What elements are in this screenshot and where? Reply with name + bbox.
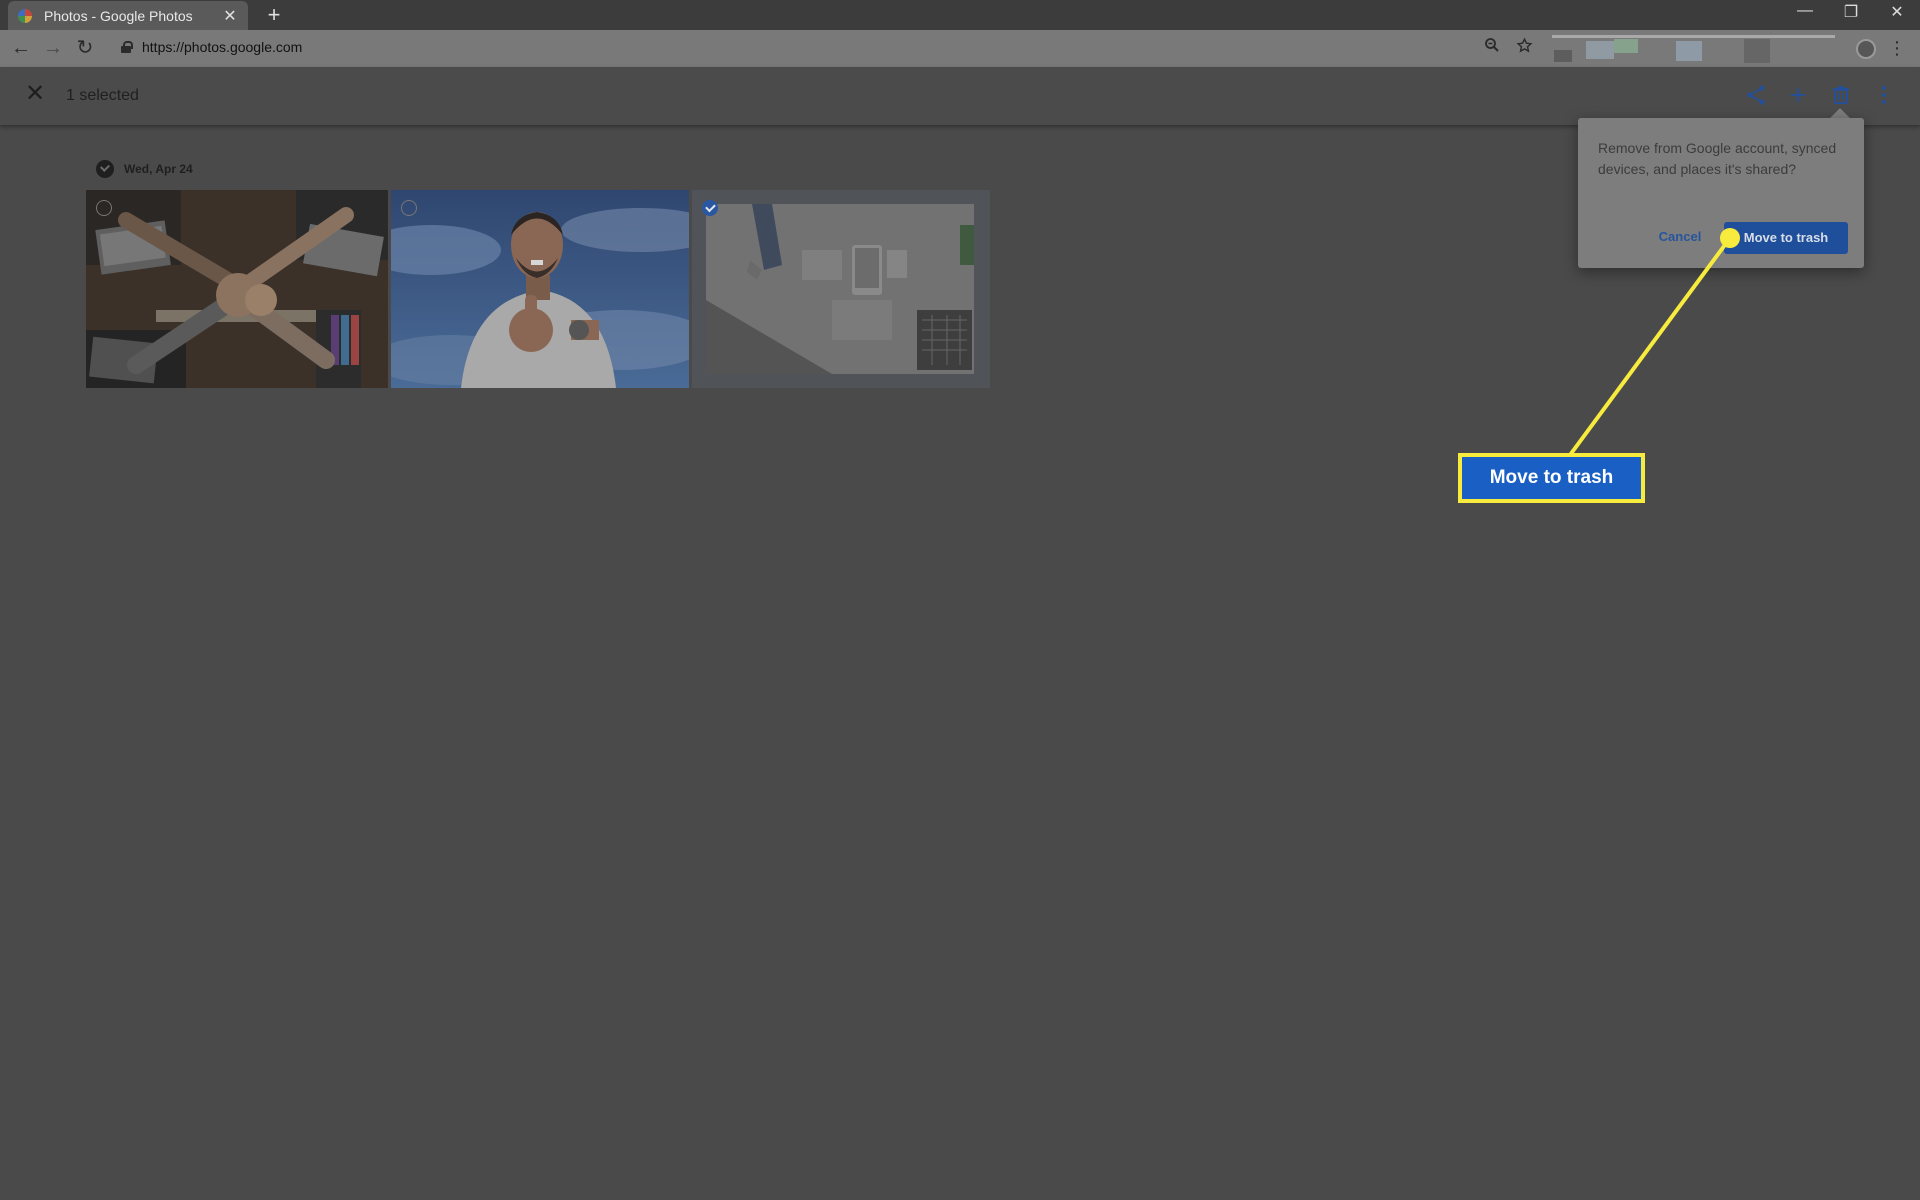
date-group-header[interactable]: Wed, Apr 24 <box>96 160 193 178</box>
selected-count: 1 selected <box>66 87 139 104</box>
photo-3-image <box>692 190 990 388</box>
browser-menu-icon[interactable]: ⋮ <box>1888 38 1906 59</box>
date-label: Wed, Apr 24 <box>124 162 193 176</box>
share-icon[interactable] <box>1744 83 1770 109</box>
photo-select-circle-icon[interactable] <box>96 200 112 216</box>
browser-tabstrip: Photos - Google Photos ✕ + — ❐ ✕ <box>0 0 1920 30</box>
browser-tab[interactable]: Photos - Google Photos ✕ <box>8 1 248 30</box>
tab-title: Photos - Google Photos <box>44 7 193 24</box>
zoom-icon[interactable] <box>1481 37 1503 58</box>
photo-1-image <box>86 190 388 388</box>
forward-icon[interactable]: → <box>41 36 65 60</box>
extension-icons-strip <box>1552 35 1837 63</box>
callout-label: Move to trash <box>1458 453 1645 503</box>
new-tab-button[interactable]: + <box>262 2 286 28</box>
photo-select-circle-icon[interactable] <box>401 200 417 216</box>
window-close-icon[interactable]: ✕ <box>1882 2 1912 22</box>
selection-header: ✕ 1 selected <box>0 67 1920 125</box>
move-to-trash-button[interactable]: Move to trash <box>1724 222 1848 254</box>
address-bar[interactable]: https://photos.google.com <box>142 39 302 55</box>
photo-thumbnail-2[interactable] <box>391 190 689 388</box>
add-icon[interactable] <box>1786 83 1812 109</box>
restore-icon[interactable]: ❐ <box>1836 2 1866 22</box>
photo-thumbnail-1[interactable] <box>86 190 388 388</box>
photo-selected-check-icon[interactable] <box>702 200 718 216</box>
lock-icon <box>121 41 133 53</box>
close-selection-icon[interactable]: ✕ <box>22 81 48 107</box>
photo-2-image <box>391 190 689 388</box>
photo-thumbnail-3[interactable] <box>692 190 990 388</box>
back-icon[interactable]: ← <box>9 36 33 60</box>
date-select-check-icon[interactable] <box>96 160 114 178</box>
bookmark-star-icon[interactable] <box>1513 37 1535 59</box>
minimize-icon[interactable]: — <box>1790 2 1820 20</box>
delete-confirm-dialog: Remove from Google account, synced devic… <box>1578 118 1864 268</box>
profile-avatar-icon[interactable] <box>1856 39 1876 59</box>
reload-icon[interactable]: ↻ <box>73 36 97 60</box>
google-photos-favicon-icon <box>18 8 32 23</box>
trash-icon[interactable] <box>1829 83 1855 109</box>
cancel-button[interactable]: Cancel <box>1652 223 1708 251</box>
dialog-message: Remove from Google account, synced devic… <box>1598 140 1837 177</box>
more-icon[interactable] <box>1872 83 1898 109</box>
tab-close-icon[interactable]: ✕ <box>222 6 238 26</box>
